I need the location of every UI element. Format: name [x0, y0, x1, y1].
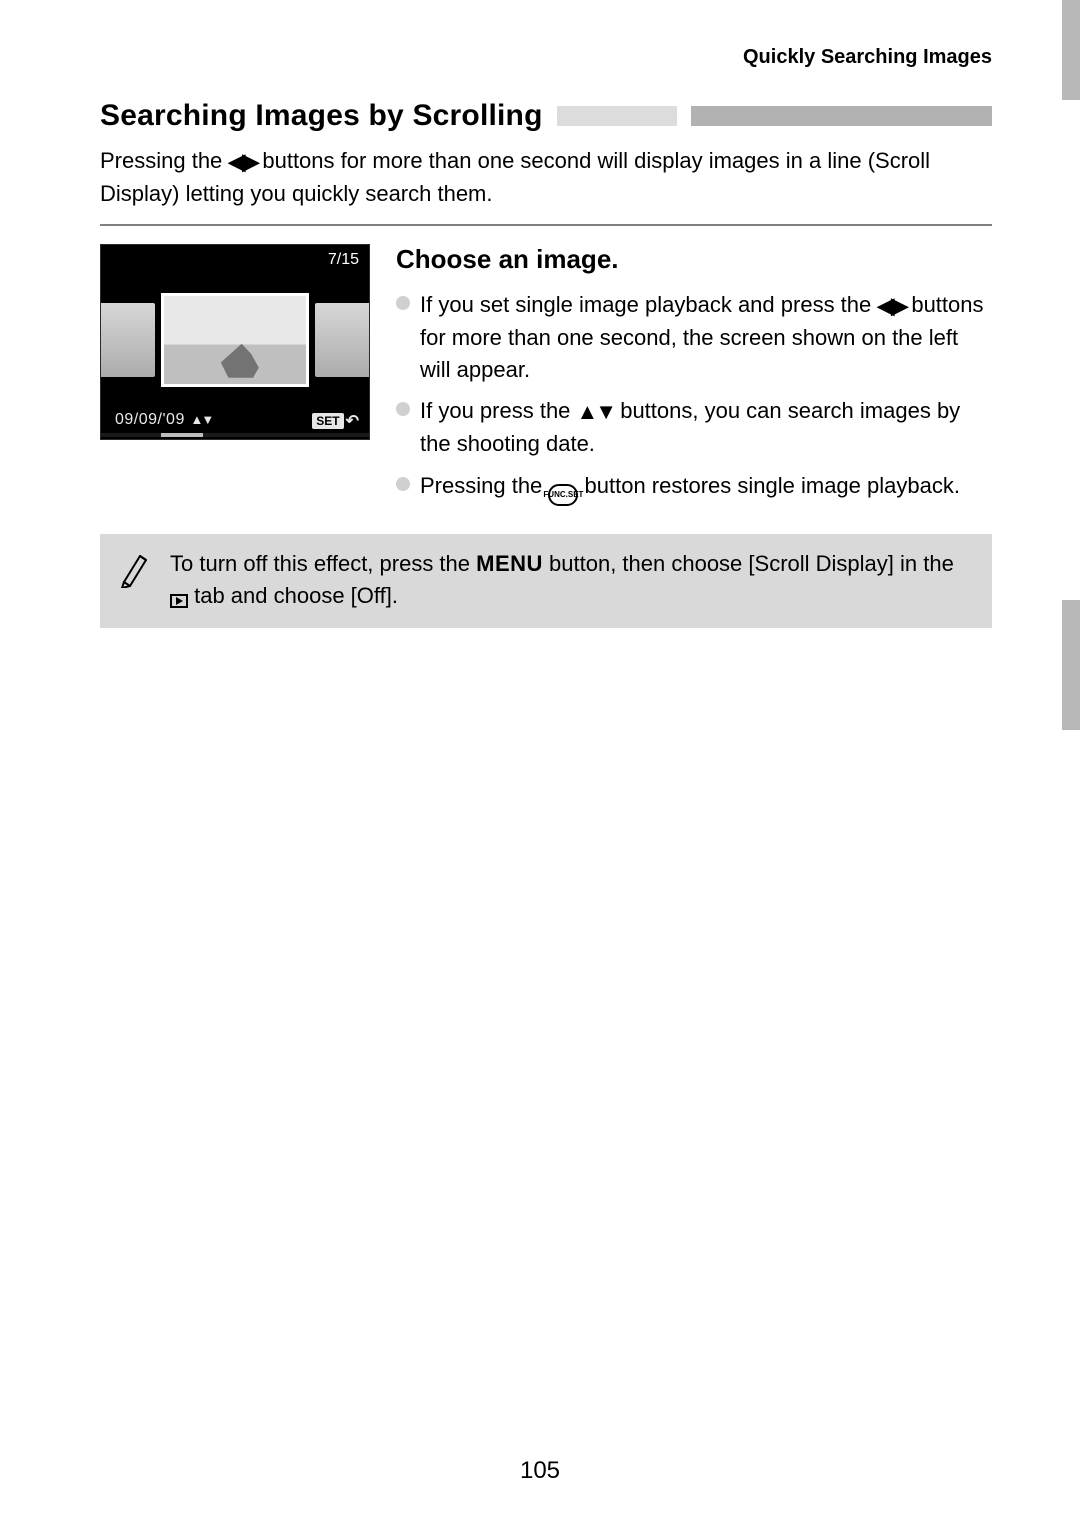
bullet-1: If you set single image playback and pre… [396, 289, 992, 386]
bullet-3b: button restores single image playback. [578, 473, 960, 498]
playback-tab-icon [170, 594, 188, 608]
set-back-indicator: SET ↶ [312, 411, 359, 431]
up-down-mini-icon: ▲▼ [189, 412, 212, 427]
image-counter: 7/15 [328, 251, 359, 269]
func-set-icon: FUNC.SET [548, 484, 578, 506]
note-text: To turn off this effect, press the MENU … [170, 548, 974, 612]
shooting-date-text: 09/09/'09 [115, 411, 185, 428]
section-title: Searching Images by Scrolling [100, 99, 543, 133]
filmstrip-current-thumb [161, 293, 309, 387]
section-title-row: Searching Images by Scrolling [100, 99, 992, 133]
section-divider [100, 224, 992, 226]
running-head: Quickly Searching Images [100, 46, 992, 69]
up-down-icon: ▲▼ [577, 396, 615, 428]
bullet-3: Pressing the FUNC.SET button restores si… [396, 470, 992, 506]
filmstrip-prev-thumb [101, 303, 155, 377]
step-title: Choose an image. [396, 244, 992, 275]
page-side-tab [1062, 600, 1080, 730]
note-box: To turn off this effect, press the MENU … [100, 534, 992, 628]
intro-paragraph: Pressing the ◀▶ buttons for more than on… [100, 145, 992, 210]
scroll-progress-bar [101, 433, 369, 437]
filmstrip-next-thumb [315, 303, 369, 377]
set-badge: SET [312, 413, 343, 429]
left-right-icon: ◀▶ [877, 290, 905, 322]
step-bullets: If you set single image playback and pre… [396, 289, 992, 506]
menu-word: MENU [476, 551, 543, 576]
camera-screen-illustration: 7/15 09/09/'09 ▲▼ SET ↶ [100, 244, 370, 440]
filmstrip [101, 293, 369, 387]
page-number: 105 [0, 1457, 1080, 1485]
intro-text-1: Pressing the [100, 148, 228, 173]
shooting-date: 09/09/'09 ▲▼ [115, 411, 212, 429]
bullet-2a: If you press the [420, 398, 577, 423]
bullet-1a: If you set single image playback and pre… [420, 292, 877, 317]
bullet-2: If you press the ▲▼ buttons, you can sea… [396, 395, 992, 460]
page: Quickly Searching Images Searching Image… [0, 0, 1080, 1521]
page-corner-tab [1062, 0, 1080, 100]
note-b: button, then choose [Scroll Display] in … [543, 551, 954, 576]
left-right-icon: ◀▶ [228, 146, 256, 178]
note-a: To turn off this effect, press the [170, 551, 476, 576]
title-bar-dark [691, 106, 992, 126]
title-bar-light [557, 106, 677, 126]
step-row: 7/15 09/09/'09 ▲▼ SET ↶ Choose an image.… [100, 244, 992, 516]
step-column: Choose an image. If you set single image… [396, 244, 992, 516]
pencil-icon [118, 548, 152, 612]
back-arrow-icon: ↶ [346, 411, 359, 431]
scroll-progress-segment [161, 433, 203, 437]
note-c: tab and choose [Off]. [188, 583, 398, 608]
bullet-3a: Pressing the [420, 473, 548, 498]
